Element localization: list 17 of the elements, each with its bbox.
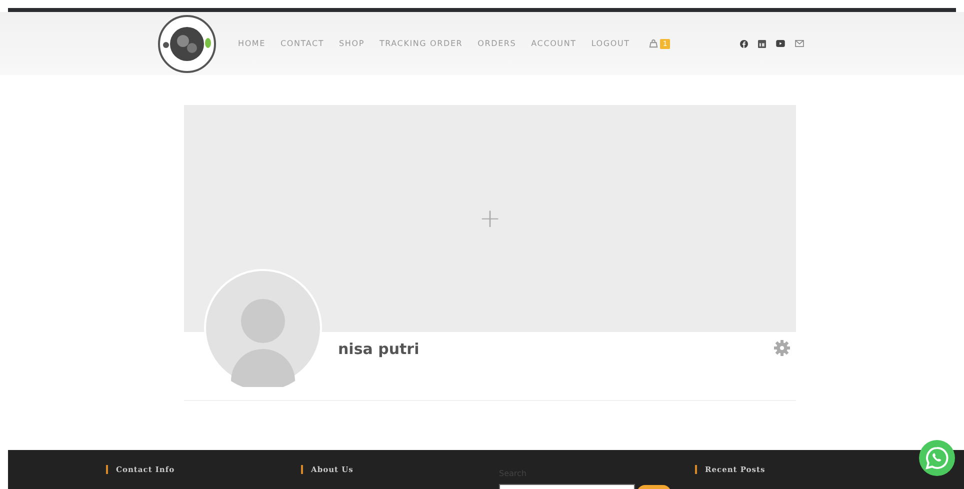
nav-link[interactable]: LOGOUT — [591, 39, 630, 48]
nav-link[interactable]: SHOP — [339, 39, 364, 48]
linkedin-icon[interactable] — [758, 40, 766, 48]
facebook-icon[interactable] — [740, 40, 748, 48]
cover-photo-area[interactable]: + — [184, 105, 796, 332]
chat-button[interactable] — [919, 440, 955, 476]
add-symbol[interactable]: + — [479, 204, 501, 234]
logo[interactable] — [158, 14, 216, 72]
nav-link[interactable]: TRACKING ORDER — [379, 39, 463, 48]
nav-link[interactable]: HOME — [238, 39, 266, 48]
bag-icon[interactable] — [648, 39, 658, 48]
youtube-icon[interactable] — [776, 40, 786, 47]
nav-link[interactable]: ORDERS — [478, 39, 516, 48]
profile-name: nisa putri — [338, 340, 420, 358]
mail-icon[interactable] — [795, 40, 804, 47]
nav-link[interactable]: ACCOUNT — [531, 39, 576, 48]
nav-link[interactable]: CONTACT — [280, 39, 324, 48]
